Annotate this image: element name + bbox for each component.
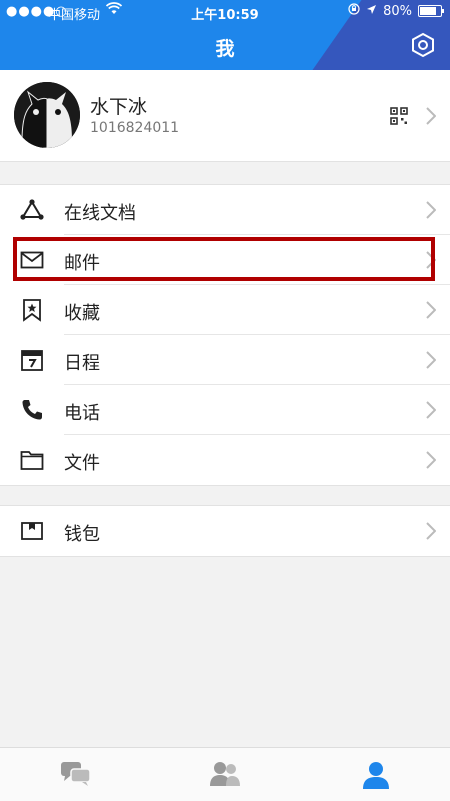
chevron-right-icon bbox=[426, 301, 437, 319]
profile-icon bbox=[360, 762, 392, 794]
menu-item-favorites[interactable]: 收藏 bbox=[0, 285, 450, 335]
tab-bar bbox=[0, 747, 450, 801]
menu-item-label: 钱包 bbox=[64, 524, 100, 545]
menu-item-label: 日程 bbox=[64, 353, 100, 374]
tab-me[interactable] bbox=[360, 760, 392, 790]
location-arrow-icon bbox=[366, 4, 377, 19]
menu-item-label: 在线文档 bbox=[64, 203, 136, 224]
menu-item-wallet[interactable]: 钱包 bbox=[0, 506, 450, 556]
profile-user-id: 1016824011 bbox=[90, 120, 180, 136]
status-bar: ●●●●○ 中国移动 上午10:59 80% bbox=[0, 0, 450, 23]
menu-item-phone[interactable]: 电话 bbox=[0, 385, 450, 435]
contacts-icon bbox=[209, 762, 241, 792]
tab-messages[interactable] bbox=[60, 760, 92, 790]
menu-item-label: 文件 bbox=[64, 453, 100, 474]
tab-contacts[interactable] bbox=[209, 760, 241, 790]
qr-code-icon[interactable] bbox=[390, 107, 408, 125]
chevron-right-icon bbox=[426, 451, 437, 469]
profile-name: 水下冰 bbox=[90, 96, 148, 118]
chevron-right-icon bbox=[426, 107, 437, 125]
wallet-icon bbox=[20, 519, 44, 543]
avatar[interactable] bbox=[14, 82, 80, 148]
chevron-right-icon bbox=[426, 522, 437, 540]
settings-hex-icon[interactable] bbox=[410, 32, 436, 58]
menu-item-label: 电话 bbox=[64, 403, 100, 424]
highlight-box bbox=[13, 237, 435, 281]
menu-item-schedule[interactable]: 日程 bbox=[0, 335, 450, 385]
folder-icon bbox=[20, 448, 44, 472]
calendar-icon bbox=[20, 348, 44, 372]
phone-icon bbox=[20, 398, 44, 422]
menu-group-wallet: 钱包 bbox=[0, 505, 450, 557]
menu-item-online-docs[interactable]: 在线文档 bbox=[0, 185, 450, 235]
chat-icon bbox=[60, 762, 92, 792]
page-title: 我 bbox=[215, 38, 235, 60]
menu-item-label: 收藏 bbox=[64, 303, 100, 324]
triangle-nodes-icon bbox=[20, 198, 44, 222]
chevron-right-icon bbox=[426, 401, 437, 419]
menu-item-files[interactable]: 文件 bbox=[0, 435, 450, 485]
menu-group-main: 在线文档 邮件 收藏 日程 电话 文件 bbox=[0, 184, 450, 486]
header: ●●●●○ 中国移动 上午10:59 80% 我 bbox=[0, 0, 450, 70]
profile-card[interactable]: 水下冰 1016824011 bbox=[0, 70, 450, 162]
chevron-right-icon bbox=[426, 351, 437, 369]
bookmark-star-icon bbox=[20, 298, 44, 322]
battery-icon bbox=[418, 5, 444, 17]
chevron-right-icon bbox=[426, 201, 437, 219]
rotation-lock-icon bbox=[348, 3, 360, 19]
battery-percent: 80% bbox=[383, 3, 412, 19]
battery-fill bbox=[420, 7, 436, 15]
